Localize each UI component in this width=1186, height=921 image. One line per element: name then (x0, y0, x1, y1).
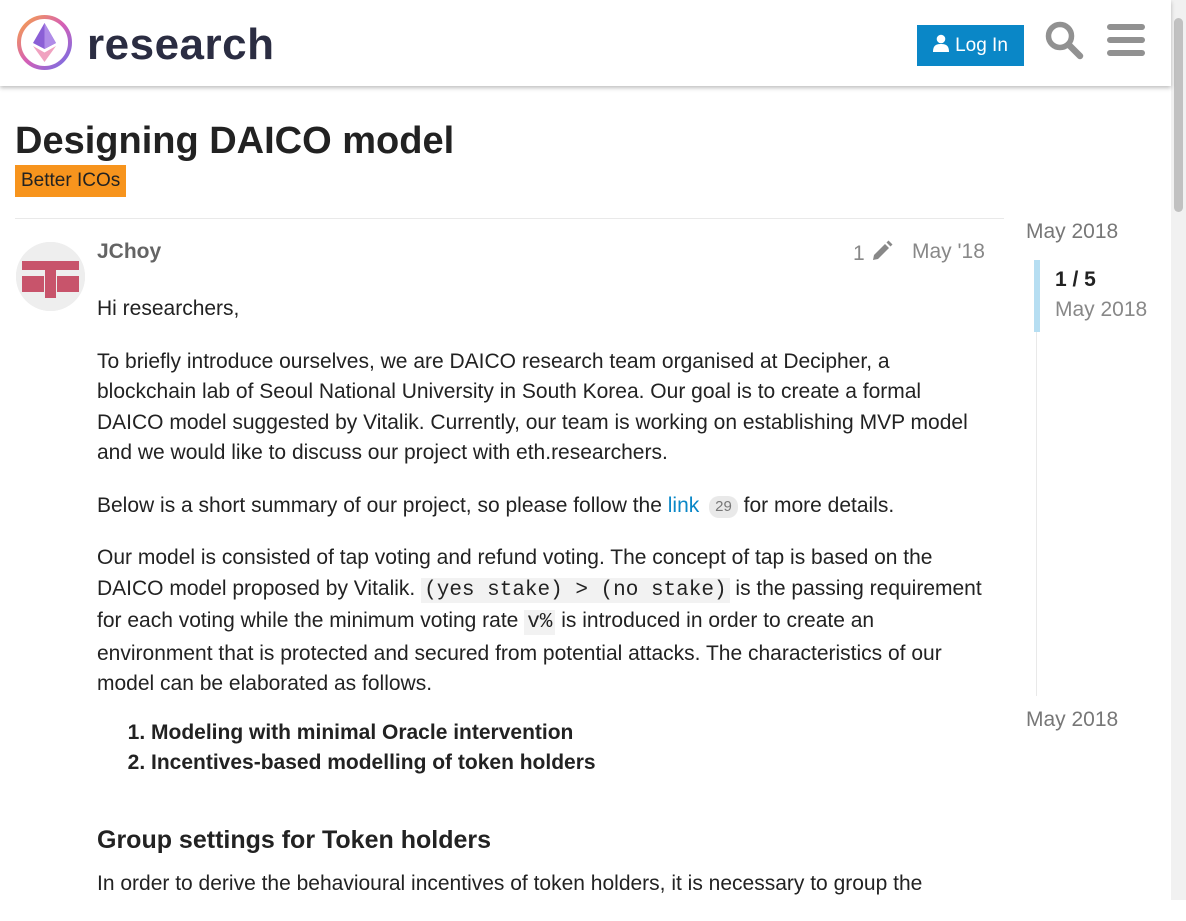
edit-count: 1 (853, 242, 865, 265)
link-click-count: 29 (709, 495, 738, 518)
edit-history[interactable]: 1 (853, 240, 893, 268)
summary-link[interactable]: link (668, 494, 700, 517)
list-item: Incentives-based modelling of token hold… (151, 748, 992, 779)
intro-paragraph: To briefly introduce ourselves, we are D… (97, 349, 968, 465)
voting-rate-code: v% (524, 610, 556, 635)
category-badge[interactable]: Better ICOs (15, 165, 127, 197)
site-name: research (87, 20, 275, 69)
timeline-post-count: 1 / 5 (1055, 268, 1096, 291)
menu-button[interactable] (1104, 20, 1148, 64)
characteristics-list: Modeling with minimal Oracle interventio… (97, 718, 992, 779)
timeline-handle[interactable] (1034, 260, 1040, 332)
hamburger-menu-icon (1107, 23, 1145, 61)
greeting-paragraph: Hi researchers, (97, 297, 240, 320)
passing-condition-code: (yes stake) > (no stake) (421, 577, 730, 603)
title-divider (15, 218, 1004, 219)
ethereum-logo-icon (16, 14, 73, 76)
topic-title[interactable]: Designing DAICO model (15, 120, 454, 163)
avatar[interactable] (16, 242, 85, 311)
token-holder-paragraph: In order to derive the behavioural incen… (97, 871, 923, 895)
summary-paragraph: Below is a short summary of our project,… (97, 491, 992, 522)
summary-text-before: Below is a short summary of our project,… (97, 493, 668, 517)
search-icon (1044, 20, 1084, 65)
model-paragraph: Our model is consisted of tap voting and… (97, 543, 992, 700)
search-button[interactable] (1042, 20, 1086, 64)
summary-text-after: for more details. (737, 493, 895, 517)
post-author[interactable]: JChoy (97, 240, 161, 264)
site-header: research Log In (0, 0, 1171, 86)
login-label: Log In (955, 34, 1008, 56)
page-scrollbar[interactable] (1171, 0, 1186, 900)
timeline-current-date: May 2018 (1055, 298, 1148, 321)
list-item: Modeling with minimal Oracle interventio… (151, 718, 992, 749)
timeline-start-date[interactable]: May 2018 (1026, 220, 1118, 244)
site-logo[interactable]: research (16, 14, 274, 76)
pencil-icon (871, 240, 893, 268)
scrollbar-thumb[interactable] (1174, 18, 1183, 212)
section-heading: Group settings for Token holders (97, 825, 492, 854)
post-body: Hi researchers, To briefly introduce our… (97, 294, 992, 921)
post-date[interactable]: May '18 (912, 240, 985, 264)
login-button[interactable]: Log In (917, 25, 1024, 66)
timeline-end-date[interactable]: May 2018 (1026, 708, 1118, 732)
user-icon (933, 34, 950, 58)
